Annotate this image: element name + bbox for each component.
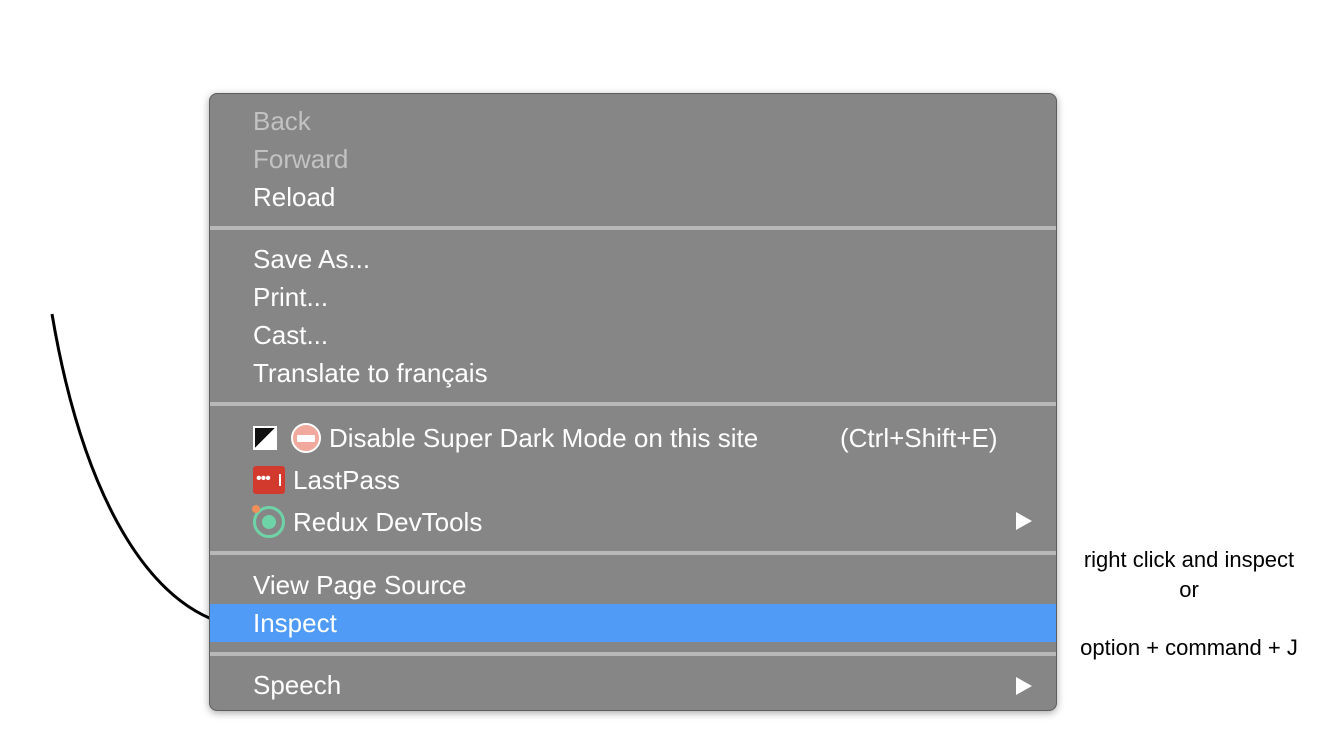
contrast-icon [253,426,277,450]
menu-separator [210,226,1056,230]
menu-item-label: Redux DevTools [293,506,483,537]
context-menu: Back Forward Reload Save As... Print... … [209,93,1057,711]
redux-devtools-icon [252,505,285,538]
menu-item-inspect[interactable]: Inspect [210,604,1056,642]
menu-item-label: Forward [253,143,349,174]
menu-item-view-page-source[interactable]: View Page Source [210,566,1056,604]
menu-item-shortcut: (Ctrl+Shift+E) [840,422,998,453]
submenu-arrow-icon [1016,512,1032,530]
menu-item-label: LastPass [293,464,400,495]
screenshot-canvas: Back Forward Reload Save As... Print... … [0,0,1330,738]
menu-item-cast[interactable]: Cast... [210,316,1056,354]
menu-item-print[interactable]: Print... [210,278,1056,316]
menu-separator [210,652,1056,656]
annotation-line-3: option + command + J [1080,635,1298,660]
menu-item-lastpass[interactable]: LastPass [210,459,1056,501]
menu-item-redux-devtools[interactable]: Redux DevTools [210,501,1056,543]
menu-item-label: Translate to français [253,357,488,388]
lastpass-icon [253,466,285,494]
menu-item-label: Back [253,105,311,136]
menu-item-save-as[interactable]: Save As... [210,240,1056,278]
submenu-arrow-icon [1016,677,1032,695]
menu-item-forward: Forward [210,140,1056,178]
menu-item-back: Back [210,102,1056,140]
annotation-line-2: or [1179,577,1199,602]
menu-item-label: Speech [253,669,342,700]
annotation-line-1: right click and inspect [1083,547,1295,572]
menu-item-speech[interactable]: Speech [210,666,1056,704]
menu-separator [210,551,1056,555]
menu-item-disable-super-dark-mode[interactable]: Disable Super Dark Mode on this site (Ct… [210,417,1056,459]
menu-item-label: Disable Super Dark Mode on this site [329,422,759,453]
menu-item-label: Print... [253,281,329,312]
menu-separator [210,402,1056,406]
menu-item-reload[interactable]: Reload [210,178,1056,216]
menu-item-label: Save As... [253,243,371,274]
menu-item-translate[interactable]: Translate to français [210,354,1056,392]
menu-item-label: Cast... [253,319,329,350]
menu-item-label: Inspect [253,607,337,638]
disable-icon [291,423,321,453]
menu-item-label: Reload [253,181,336,212]
menu-item-label: View Page Source [253,569,467,600]
